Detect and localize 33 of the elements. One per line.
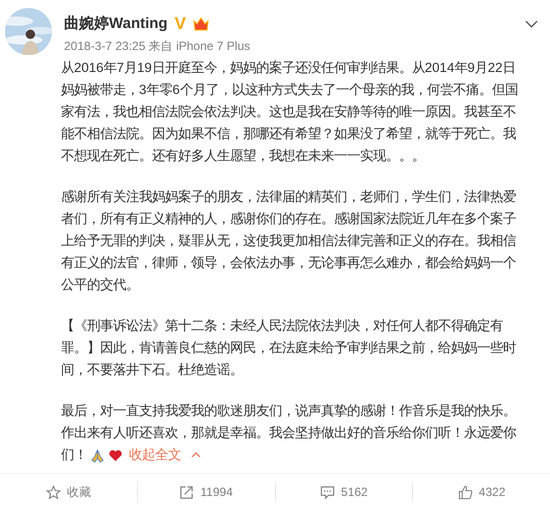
text-line: 感谢所有关注我妈妈案子的朋友，法律届的精英们，老师们，学生们，法律热爱 [61,188,516,206]
heart-icon [108,448,123,462]
user-name[interactable]: 曲婉婷Wanting [64,14,168,33]
chevron-down-icon[interactable] [525,20,538,28]
text-line: 妈妈被带走，3年零6个月了，以这种方式失去了一个母亲的我，何尝不痛。但国 [61,81,518,99]
text-line: 者们，所有有正义精神的人，感谢你们的存在。感谢国家法院近几年在多个案子 [61,210,516,228]
repost-button[interactable]: 11994 [138,478,274,506]
text-line: 有正义的法官，律师，领导，会依法办事，无论事再怎么难办，都会给妈妈一个 [61,254,516,272]
share-icon [179,484,194,500]
star-icon [46,484,61,500]
text-line: 能不相信法院。因为如果不信，那哪还有希望？如果没了希望，就等于死亡。我 [61,125,516,143]
text-line: 上给予无罪的判决，疑罪从无，这使我更加相信法律完善和正义的存在。我相信 [61,232,516,250]
text-line: 家有法，我也相信法院会依法判决。这也是我在安静等待的唯一原因。我甚至不 [61,103,516,121]
collapse-link[interactable]: 收起全文 [129,444,181,466]
thumbs-up-icon [458,484,473,500]
crown-icon [192,16,209,30]
text-line: 【《刑事诉讼法》第十二条：未经人民法院依法判决，对任何人都不得确定有 [61,317,503,335]
comment-button[interactable]: 5162 [276,478,412,506]
text-line: 从2016年7月19日开庭至今，妈妈的案子还没任何审判结果。从2014年9月22日 [61,59,516,77]
text-line: 们！ [61,446,87,464]
praying-hands-icon [90,448,105,462]
text-line: 公平的交代。 [61,276,139,294]
text-line: 不想现在死亡。还有好多人生愿望，我想在未来一一实现。。。 [61,147,425,165]
like-button[interactable]: 4322 [413,478,550,506]
favorite-button[interactable]: 收藏 [0,478,137,506]
post-time-source: 2018-3-7 23:25 来自 iPhone 7 Plus [64,38,250,55]
verified-label: V [174,15,186,32]
text-line: 作出来有人听还喜欢，那就是幸福。我会坚持做出好的音乐给你们听！永远爱你 [61,424,516,442]
comment-icon [320,484,336,500]
text-line: 最后，对一直支持我爱我的歌迷朋友们，说声真挚的感谢！作音乐是我的快乐。 [61,402,516,420]
chevron-up-icon[interactable] [191,452,201,458]
text-line: 间，不要落井下石。杜绝造谣。 [61,361,243,379]
text-line: 罪。】因此，肯请善良仁慈的网民，在法庭未给予审判结果之前，给妈妈一些时 [61,339,516,357]
